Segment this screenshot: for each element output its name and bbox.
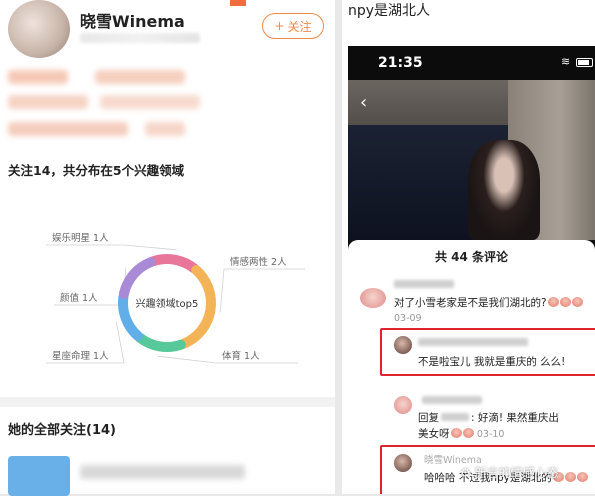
all-follow-title: 她的全部关注(14) [8, 423, 116, 438]
comment-text: 不是啦宝儿 我就是重庆的 么么! [418, 356, 566, 368]
wifi-icon: ≋ [561, 55, 571, 68]
chart-title: 兴趣领域top5 [136, 297, 199, 310]
comment-sheet: 共 44 条评论 对了小雪老家是不是我们湖北的? 03-09 不是啦宝儿 我就是… [348, 240, 595, 494]
commenter-avatar[interactable] [360, 288, 386, 308]
profile-panel: 晓雪Winema + 关注 关注14，共分布在5个兴趣领域 兴趣领域top5 娱… [0, 0, 335, 496]
comment-date: 03-09 [394, 313, 422, 324]
battery-icon [576, 58, 593, 67]
back-arrow-icon[interactable]: ‹ [360, 92, 367, 113]
follow-button-label: 关注 [287, 19, 312, 34]
chart-label-1: 情感两性 2人 [230, 256, 287, 268]
watermark: ⚙ 新言的情感心态 [460, 466, 559, 480]
status-bar: 21:35 ≋ [348, 46, 595, 80]
comment-text: 对了小雪老家是不是我们湖北的? [394, 295, 583, 310]
section-divider [0, 397, 335, 407]
blurred-subline [80, 33, 200, 43]
watermark-icon: ⚙ [460, 466, 471, 480]
phone-screenshot: 21:35 ≋ ‹ 共 44 条评论 对了小雪老家是不是我们湖北的? 03-09… [348, 46, 595, 494]
chart-leader-line-1 [219, 268, 305, 313]
avatar[interactable] [8, 0, 70, 58]
interest-chart: 兴趣领域top5 娱乐明星 1人情感两性 2人体育 1人 星座命理 1人颜值 1人 [46, 232, 305, 364]
video-player[interactable]: ‹ [348, 80, 595, 240]
follow-thumbnail[interactable] [8, 456, 70, 496]
caption: npy是湖北人 [348, 3, 431, 19]
blurred-commenter-name [422, 396, 482, 404]
chart-leader-line-0 [46, 244, 177, 251]
comment-text: 回复: 好滴! 果然重庆出 [418, 412, 559, 424]
chart-label-3: 星座命理 1人 [52, 350, 109, 362]
blurred-tag [8, 122, 128, 136]
commenter-avatar[interactable] [394, 454, 412, 472]
interest-summary: 关注14，共分布在5个兴趣领域 [8, 163, 185, 178]
commenter-avatar[interactable] [394, 396, 412, 414]
plus-icon: + [274, 19, 285, 33]
person-figure [468, 140, 540, 240]
username: 晓雪Winema [80, 12, 185, 31]
chart-label-4: 颜值 1人 [60, 292, 98, 304]
follow-button[interactable]: + 关注 [262, 13, 324, 39]
chart-slice-4 [118, 257, 156, 300]
blurred-tag [8, 95, 88, 109]
commenter-avatar[interactable] [394, 336, 412, 354]
blurred-tag [95, 70, 185, 84]
chart-slice-0 [148, 254, 200, 274]
blurred-follow-name [80, 465, 245, 479]
chart-slice-2 [134, 332, 186, 352]
comment-screenshot-panel: npy是湖北人 21:35 ≋ ‹ 共 44 条评论 对了小雪老家是不是我们湖北… [342, 0, 595, 494]
comment-text-continued: 美女呀 03-10 [418, 428, 505, 440]
blurred-commenter-name [394, 280, 454, 288]
blurred-commenter-name [418, 338, 528, 346]
blurred-tag [145, 122, 185, 136]
status-time: 21:35 [378, 55, 423, 71]
comments-title: 共 44 条评论 [434, 250, 509, 264]
blurred-tag [8, 70, 68, 84]
comment-date: 03-10 [476, 429, 505, 440]
blurred-tag [100, 95, 200, 109]
chart-label-0: 娱乐明星 1人 [52, 232, 109, 244]
chart-label-2: 体育 1人 [222, 350, 260, 362]
top-accent [230, 0, 246, 6]
